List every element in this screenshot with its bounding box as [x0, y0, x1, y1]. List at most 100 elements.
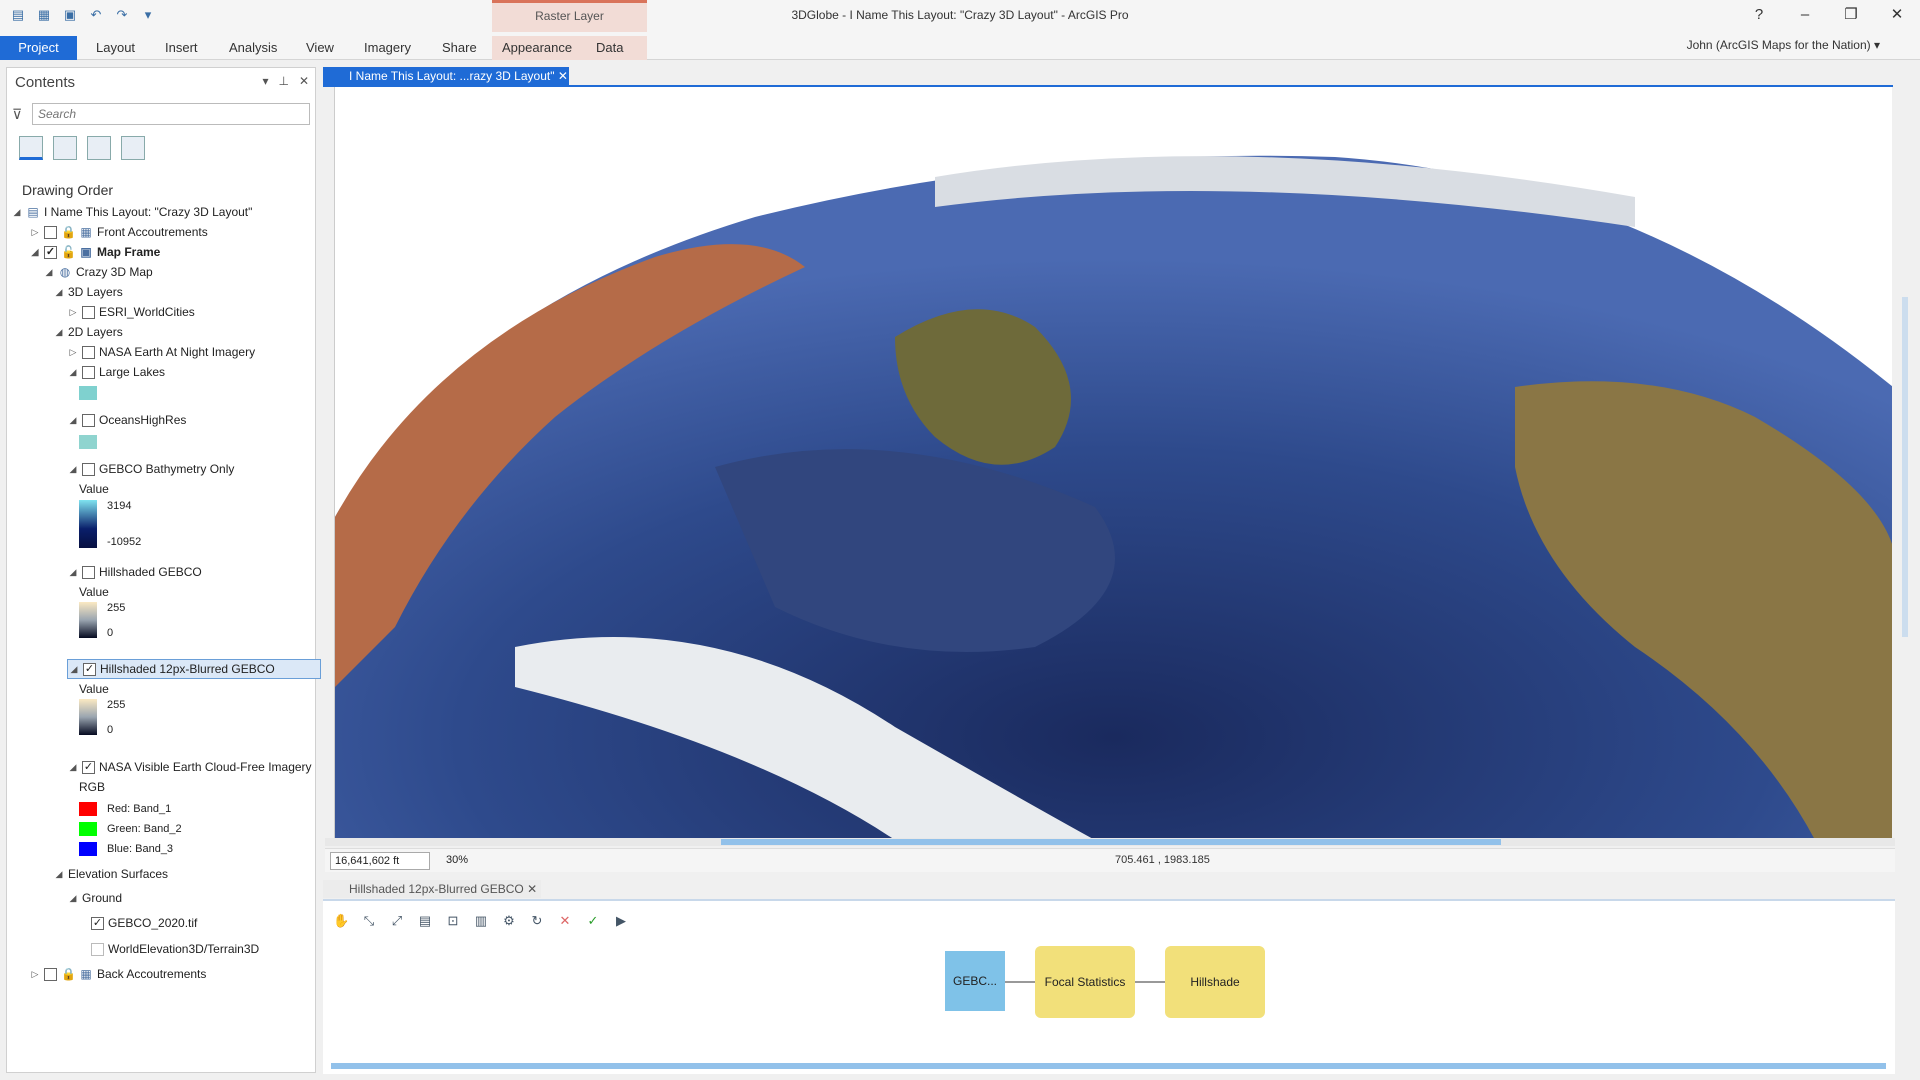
tree-item-2d-layers[interactable]: ◢ 2D Layers	[53, 322, 123, 342]
visibility-checkbox[interactable]	[44, 225, 57, 239]
pin-icon[interactable]: ⊥	[278, 74, 288, 88]
large-lakes-swatch[interactable]	[79, 386, 97, 400]
tree-item-3d-layers[interactable]: ◢ 3D Layers	[53, 282, 123, 302]
close-button[interactable]: ✕	[1874, 0, 1920, 32]
collapse-icon[interactable]: ◢	[67, 562, 79, 582]
oceans-swatch[interactable]	[79, 435, 97, 449]
tab-data[interactable]: Data	[586, 36, 647, 60]
tab-project[interactable]: Project	[0, 36, 77, 60]
apply-function-icon[interactable]: ⚙	[501, 913, 517, 929]
collapse-icon[interactable]: ◢	[53, 864, 65, 884]
scroll-thumb[interactable]	[721, 839, 1501, 845]
tree-item-worldelevation3d[interactable]: WorldElevation3D/Terrain3D	[91, 939, 259, 959]
zoom-selector[interactable]: 30%	[440, 852, 482, 870]
gebco-gradient[interactable]	[79, 500, 97, 548]
collapse-icon[interactable]: ◢	[43, 262, 55, 282]
red-band-swatch[interactable]	[79, 802, 97, 816]
user-account[interactable]: John (ArcGIS Maps for the Nation) ▾	[1687, 38, 1880, 52]
tree-item-large-lakes[interactable]: ◢ Large Lakes	[67, 362, 166, 382]
visibility-checkbox[interactable]	[82, 565, 95, 579]
tree-item-ground[interactable]: ◢ Ground	[67, 888, 123, 908]
pane-options-icon[interactable]: ▾	[262, 74, 268, 88]
delete-icon[interactable]: ✕	[557, 913, 573, 929]
layout-icon[interactable]: ▥	[473, 913, 489, 929]
scroll-thumb[interactable]	[1902, 297, 1908, 637]
tree-item-elevation-surfaces[interactable]: ◢ Elevation Surfaces	[53, 864, 169, 884]
expand-icon[interactable]: ▷	[67, 302, 79, 322]
visibility-checkbox[interactable]	[91, 942, 104, 956]
list-by-selection-icon[interactable]	[87, 136, 111, 160]
collapse-icon[interactable]: ◢	[29, 242, 41, 262]
list-by-source-icon[interactable]	[53, 136, 77, 160]
minimize-button[interactable]: –	[1782, 0, 1828, 32]
tab-insert[interactable]: Insert	[155, 36, 208, 60]
visibility-checkbox[interactable]: ✓	[44, 245, 57, 259]
close-tab-icon[interactable]: ✕	[558, 69, 568, 83]
search-input[interactable]	[32, 103, 310, 125]
collapse-icon[interactable]: ◢	[67, 410, 79, 430]
collapse-icon[interactable]: ◢	[53, 282, 65, 302]
list-by-drawing-order-icon[interactable]	[19, 136, 43, 160]
tab-share[interactable]: Share	[432, 36, 487, 60]
map-horizontal-scrollbar[interactable]	[325, 838, 1895, 846]
visibility-checkbox[interactable]	[82, 365, 95, 379]
visibility-checkbox[interactable]	[82, 462, 95, 476]
visibility-checkbox[interactable]: ✓	[91, 916, 104, 930]
full-extent-icon[interactable]: ⤢	[389, 913, 405, 929]
tree-item-esri-worldcities[interactable]: ▷ ESRI_WorldCities	[67, 302, 195, 322]
expand-icon[interactable]: ▷	[67, 342, 79, 362]
visibility-checkbox[interactable]	[82, 413, 95, 427]
close-pane-icon[interactable]: ✕	[299, 74, 309, 88]
tree-item-front-accoutrements[interactable]: ▷ 🔒 ▦ Front Accoutrements	[29, 222, 208, 242]
tab-model-view[interactable]: Hillshaded 12px-Blurred GEBCO ✕	[323, 880, 541, 898]
visibility-checkbox[interactable]: ✓	[82, 760, 95, 774]
visibility-checkbox[interactable]	[82, 345, 95, 359]
map-vertical-scrollbar[interactable]	[1901, 87, 1909, 840]
collapse-icon[interactable]: ◢	[67, 459, 79, 479]
restore-button[interactable]: ❐	[1828, 0, 1874, 32]
properties-icon[interactable]: ▤	[417, 913, 433, 929]
expand-icon[interactable]: ▷	[29, 964, 41, 984]
tree-item-map-frame[interactable]: ◢ ✓ 🔓 ▣ Map Frame	[29, 242, 161, 262]
tree-item-hillshaded-12px-blurred[interactable]: ◢ ✓ Hillshaded 12px-Blurred GEBCO	[67, 659, 321, 679]
collapse-icon[interactable]: ◢	[68, 659, 80, 679]
collapse-icon[interactable]: ◢	[67, 757, 79, 777]
help-button[interactable]: ?	[1736, 0, 1782, 32]
validate-icon[interactable]: ✓	[585, 913, 601, 929]
model-node-focal-statistics[interactable]: Focal Statistics	[1035, 946, 1135, 1018]
collapse-icon[interactable]: ◢	[67, 888, 79, 908]
fit-icon[interactable]: ⤡	[361, 913, 377, 929]
scale-selector[interactable]: 16,641,602 ft	[330, 852, 430, 870]
blue-band-swatch[interactable]	[79, 842, 97, 856]
model-horizontal-scrollbar[interactable]	[331, 1063, 1886, 1069]
tab-analysis[interactable]: Analysis	[219, 36, 287, 60]
filter-icon[interactable]: ⊽	[12, 106, 22, 123]
tree-item-nasa-earth-at-night[interactable]: ▷ NASA Earth At Night Imagery	[67, 342, 256, 362]
refresh-icon[interactable]: ↻	[529, 913, 545, 929]
tree-item-back-accoutrements[interactable]: ▷ 🔒 ▦ Back Accoutrements	[29, 964, 207, 984]
visibility-checkbox[interactable]: ✓	[83, 662, 96, 676]
tree-item-gebco-bathymetry[interactable]: ◢ GEBCO Bathymetry Only	[67, 459, 235, 479]
tree-item-oceanshighres[interactable]: ◢ OceansHighRes	[67, 410, 187, 430]
tree-item-layout[interactable]: ◢ ▤ I Name This Layout: "Crazy 3D Layout"	[11, 202, 253, 222]
tree-item-gebco-2020[interactable]: ✓ GEBCO_2020.tif	[91, 913, 197, 933]
model-node-input[interactable]: GEBC...	[945, 951, 1005, 1011]
tab-imagery[interactable]: Imagery	[354, 36, 421, 60]
expand-icon[interactable]: ▷	[29, 222, 41, 242]
select-icon[interactable]: ⊡	[445, 913, 461, 929]
tab-appearance[interactable]: Appearance	[492, 36, 586, 60]
visibility-checkbox[interactable]	[44, 967, 57, 981]
globe-map-image[interactable]	[335, 87, 1892, 840]
tab-layout[interactable]: Layout	[86, 36, 145, 60]
model-node-hillshade[interactable]: Hillshade	[1165, 946, 1265, 1018]
list-by-editing-icon[interactable]	[121, 136, 145, 160]
tree-item-hillshaded-gebco[interactable]: ◢ Hillshaded GEBCO	[67, 562, 202, 582]
green-band-swatch[interactable]	[79, 822, 97, 836]
hillshade-blurred-gradient[interactable]	[79, 699, 97, 735]
map-view[interactable]	[334, 87, 1892, 840]
tab-layout-view[interactable]: I Name This Layout: ...razy 3D Layout" ✕	[323, 67, 569, 85]
tab-view[interactable]: View	[296, 36, 344, 60]
tree-item-crazy-3d-map[interactable]: ◢ ◍ Crazy 3D Map	[43, 262, 153, 282]
visibility-checkbox[interactable]	[82, 305, 95, 319]
run-icon[interactable]: ▶	[613, 913, 629, 929]
